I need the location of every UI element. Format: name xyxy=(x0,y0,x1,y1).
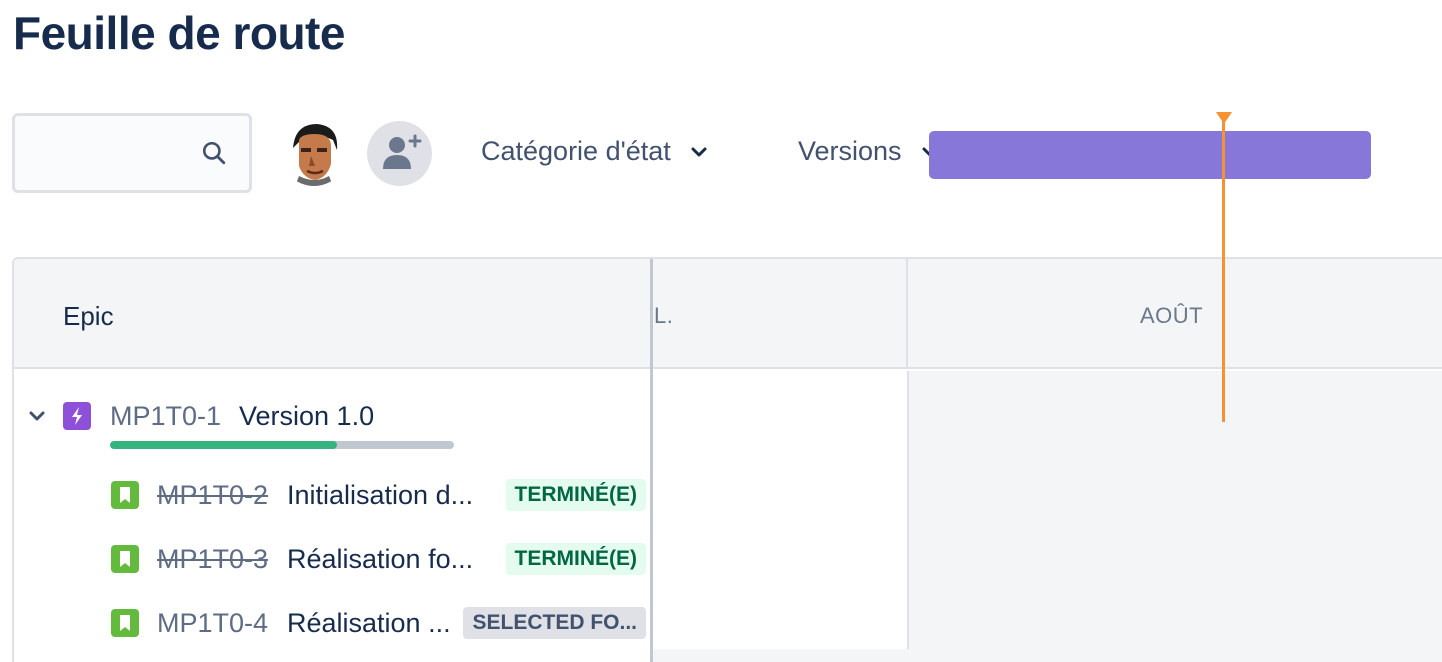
search-icon xyxy=(202,141,226,165)
story-icon xyxy=(111,609,139,637)
month-label-august: AOÛT xyxy=(1140,303,1204,328)
status-badge: TERMINÉ(E) xyxy=(505,543,646,575)
issue-row[interactable]: MP1T0-2 Initialisation d... TERMINÉ(E) xyxy=(14,473,650,517)
month-divider xyxy=(907,371,909,662)
issue-key[interactable]: MP1T0-3 xyxy=(157,544,268,575)
user-avatar-image xyxy=(281,120,347,186)
roadmap-grid: Epic L. AOÛT MP1T0-1 Version 1.0 MP1T0-2… xyxy=(12,257,1442,662)
issue-summary[interactable]: Réalisation fo... xyxy=(287,544,473,575)
issue-row[interactable]: MP1T0-4 Réalisation ... SELECTED FO... xyxy=(14,601,650,645)
epic-list: MP1T0-1 Version 1.0 MP1T0-2 Initialisati… xyxy=(14,371,650,662)
versions-filter[interactable]: Versions xyxy=(798,136,940,167)
roadmap-header: Epic L. AOÛT xyxy=(14,259,1442,369)
status-category-filter-label: Catégorie d'état xyxy=(481,136,671,166)
timeline-month-august xyxy=(907,371,1442,662)
bookmark-icon xyxy=(120,487,130,503)
page-title: Feuille de route xyxy=(13,7,345,59)
status-category-filter[interactable]: Catégorie d'état xyxy=(481,136,709,167)
epic-column-header: Epic xyxy=(63,301,114,331)
versions-filter-label: Versions xyxy=(798,136,902,166)
add-person-button[interactable] xyxy=(367,121,432,186)
issue-summary[interactable]: Réalisation ... xyxy=(287,608,451,639)
epic-progress-bar xyxy=(110,441,454,449)
issue-key[interactable]: MP1T0-2 xyxy=(157,480,268,511)
avatar[interactable] xyxy=(281,120,347,186)
issue-key[interactable]: MP1T0-4 xyxy=(157,608,268,639)
epic-row[interactable]: MP1T0-1 Version 1.0 xyxy=(14,385,650,447)
bookmark-icon xyxy=(120,551,130,567)
epic-summary[interactable]: Version 1.0 xyxy=(239,401,374,432)
search-input[interactable] xyxy=(12,113,252,193)
issue-row[interactable]: MP1T0-3 Réalisation fo... TERMINÉ(E) xyxy=(14,537,650,581)
lightning-icon xyxy=(72,407,82,425)
today-line xyxy=(1222,112,1225,422)
pane-resize-handle[interactable] xyxy=(650,259,653,662)
story-icon xyxy=(111,481,139,509)
epic-timeline-bar[interactable] xyxy=(929,131,1371,179)
month-label-july: L. xyxy=(654,303,674,328)
chevron-down-icon xyxy=(691,147,707,156)
epic-progress-fill xyxy=(110,441,338,449)
issue-summary[interactable]: Initialisation d... xyxy=(287,480,473,511)
chevron-down-icon[interactable] xyxy=(27,406,47,426)
story-icon xyxy=(111,545,139,573)
status-badge: SELECTED FO... xyxy=(463,607,646,639)
month-divider xyxy=(906,259,908,367)
add-person-icon xyxy=(383,134,422,169)
epic-icon xyxy=(63,402,91,430)
epic-key[interactable]: MP1T0-1 xyxy=(110,401,221,432)
status-badge: TERMINÉ(E) xyxy=(505,479,646,511)
today-marker-icon xyxy=(1216,112,1232,124)
bookmark-icon xyxy=(120,615,130,631)
